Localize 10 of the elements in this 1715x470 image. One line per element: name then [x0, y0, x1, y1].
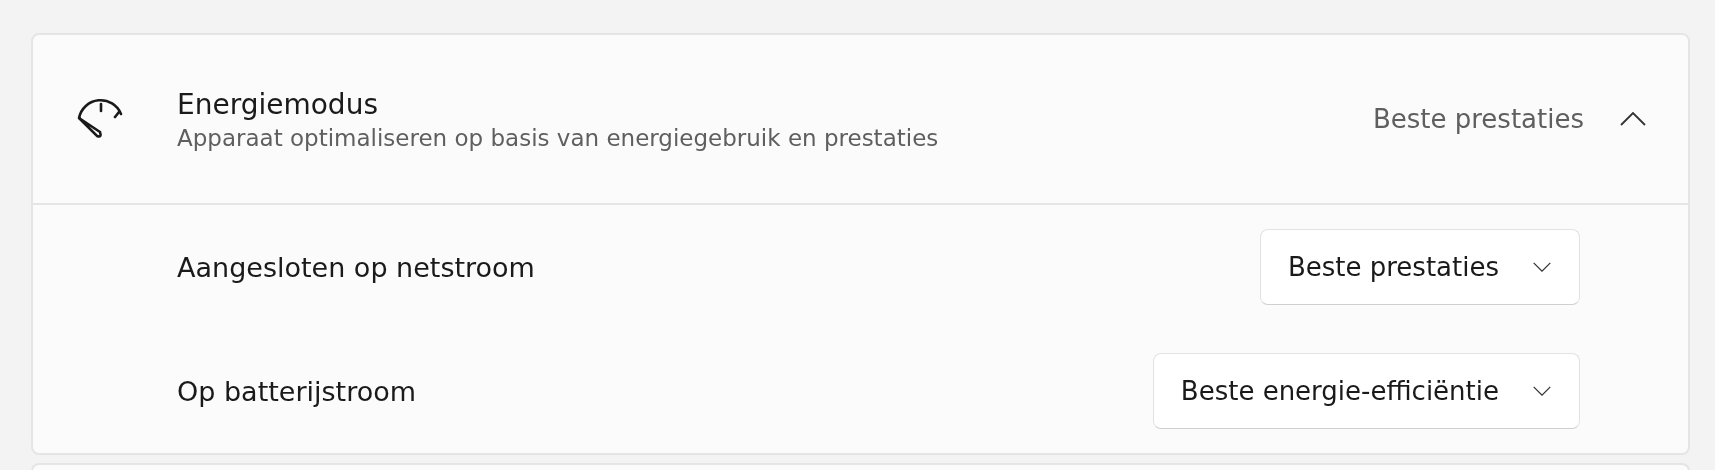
chevron-down-icon — [1533, 386, 1551, 396]
chevron-up-icon — [1620, 112, 1646, 126]
setting-description: Apparaat optimaliseren op basis van energiegebruik en prestaties — [177, 124, 940, 151]
chevron-down-icon — [1533, 262, 1551, 272]
dropdown[interactable]: Beste energie-efficiëntie — [1152, 353, 1580, 429]
dropdown[interactable]: Beste prestaties — [1259, 229, 1580, 305]
setting-title: Energiemodus — [177, 87, 379, 121]
row-label: Aangesloten op netstroom — [177, 251, 535, 283]
current-value: Beste prestaties — [1372, 104, 1584, 134]
row-label: Op batterijstroom — [177, 375, 417, 407]
